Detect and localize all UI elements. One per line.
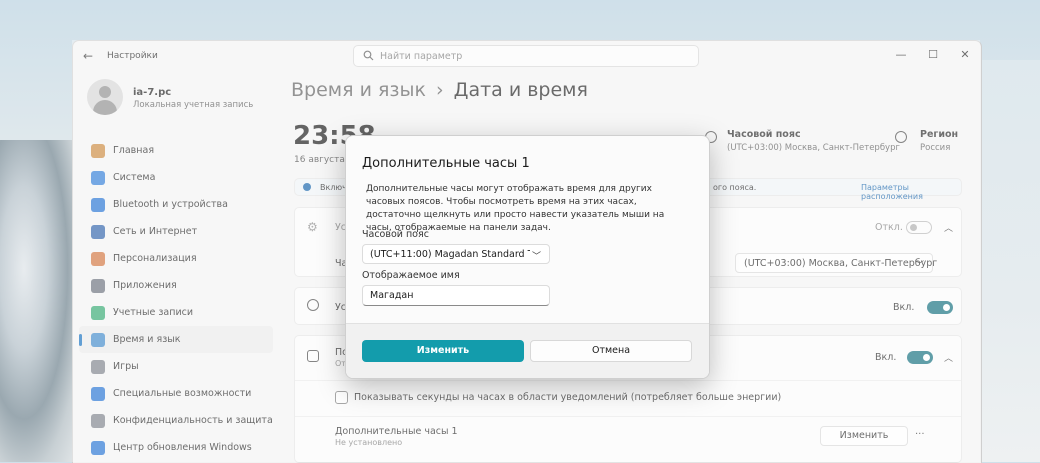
cancel-button[interactable]: Отмена	[530, 340, 692, 362]
timezone-select-value: (UTC+11:00) Magadan Standard Time	[370, 249, 530, 260]
timezone-select[interactable]: (UTC+11:00) Magadan Standard Time ﹀	[362, 244, 550, 264]
display-name-input[interactable]	[362, 285, 550, 306]
dialog-title: Дополнительные часы 1	[362, 156, 530, 171]
additional-clock-dialog: Дополнительные часы 1 Дополнительные час…	[345, 135, 710, 379]
desktop-wallpaper-right	[978, 60, 1040, 462]
timezone-label: Часовой пояс	[362, 229, 429, 240]
chevron-down-icon: ﹀	[531, 252, 541, 262]
desktop-wallpaper-left	[0, 140, 80, 462]
dialog-description: Дополнительные часы могут отображать вре…	[366, 184, 665, 233]
dialog-footer: Изменить Отмена	[346, 323, 709, 378]
apply-button[interactable]: Изменить	[362, 340, 524, 362]
display-name-label: Отображаемое имя	[362, 270, 460, 281]
